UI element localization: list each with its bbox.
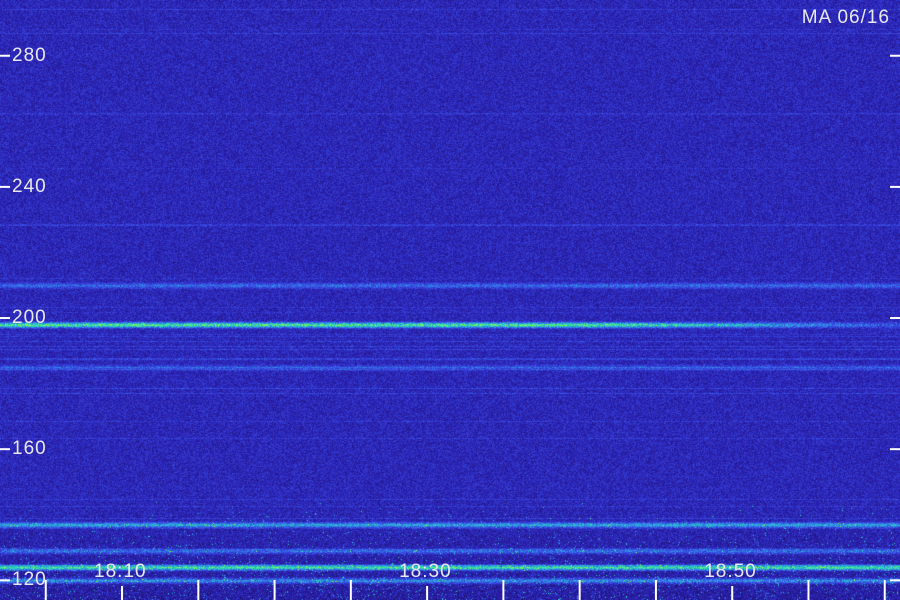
x-tick-label: 18:30 [399, 561, 452, 582]
x-tick-label: 18:50 [704, 561, 757, 582]
spectrogram-chart: MA 06/16 120 160 200 240 280 18:10 18:30 18:50 [0, 0, 900, 600]
axes-overlay [0, 54, 900, 600]
y-tick-label: 280 [12, 44, 47, 66]
y-tick-label: 240 [12, 175, 47, 197]
y-tick-label: 160 [12, 438, 47, 460]
x-tick-label: 18:10 [94, 561, 147, 582]
y-tick-label: 120 [12, 569, 47, 591]
y-tick-label: 200 [12, 307, 47, 329]
station-date-stamp: MA 06/16 [801, 7, 890, 28]
